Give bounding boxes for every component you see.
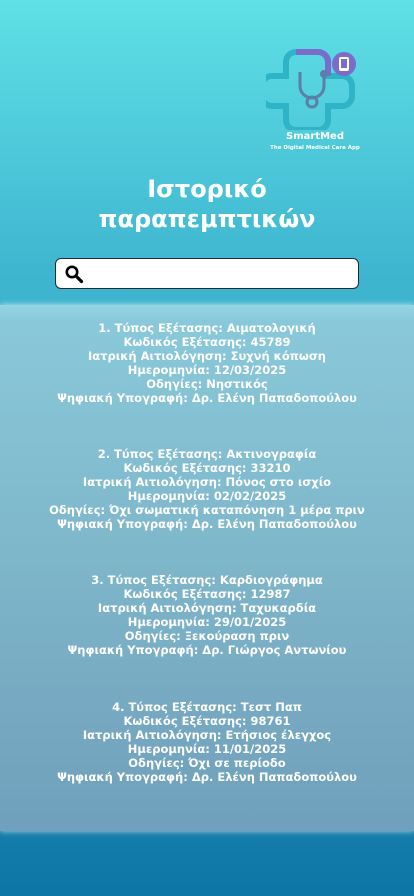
referral-code: Κωδικός Εξέτασης: 33210 [123,461,291,475]
app-name: SmartMed [286,131,344,142]
referral-code: Κωδικός Εξέτασης: 45789 [123,335,291,349]
referral-type: 4. Τύπος Εξέτασης: Τεστ Παπ [112,700,302,714]
page-title-line-2: παραπεμπτικών [98,205,316,233]
search-bar[interactable] [55,258,359,289]
referral-history-panel: 1. Τύπος Εξέτασης: Αιματολογική Κωδικός … [0,305,414,831]
page-title-line-1: Ιστορικό [147,175,267,203]
search-icon[interactable] [64,264,84,284]
referral-item: 2. Τύπος Εξέτασης: Ακτινογραφία Κωδικός … [0,447,414,531]
referral-signature: Ψηφιακή Υπογραφή: Δρ. Ελένη Παπαδοπούλου [57,770,357,784]
medical-cross-logo-icon [266,49,356,130]
referral-item: 4. Τύπος Εξέτασης: Τεστ Παπ Κωδικός Εξέτ… [0,700,414,784]
referral-type: 3. Τύπος Εξέτασης: Καρδιογράφημα [91,573,323,587]
referral-instructions: Οδηγίες: Ξεκούραση πριν [124,629,290,643]
referral-reason: Ιατρική Αιτιολόγηση: Ετήσιος έλεγχος [82,728,332,742]
referral-date: Ημερομηνία: 02/02/2025 [127,489,287,503]
referral-date: Ημερομηνία: 11/01/2025 [127,742,287,756]
referral-reason: Ιατρική Αιτιολόγηση: Πόνος στο ισχίο [82,475,332,489]
referral-date: Ημερομηνία: 29/01/2025 [127,615,287,629]
referral-signature: Ψηφιακή Υπογραφή: Δρ. Ελένη Παπαδοπούλου [57,517,357,531]
search-input[interactable] [90,263,352,285]
referral-instructions: Οδηγίες: Όχι σωματική καταπόνηση 1 μέρα … [49,503,365,517]
referral-date: Ημερομηνία: 12/03/2025 [127,363,287,377]
referral-type: 2. Τύπος Εξέτασης: Ακτινογραφία [97,447,317,461]
referral-reason: Ιατρική Αιτιολόγηση: Ταχυκαρδία [97,601,317,615]
referral-code: Κωδικός Εξέτασης: 98761 [123,714,291,728]
referral-type: 1. Τύπος Εξέτασης: Αιματολογική [98,321,316,335]
page-title: Ιστορικό παραπεμπτικών [0,174,414,234]
referral-reason: Ιατρική Αιτιολόγηση: Συχνή κόπωση [87,349,326,363]
referral-item: 3. Τύπος Εξέτασης: Καρδιογράφημα Κωδικός… [0,573,414,657]
referral-code: Κωδικός Εξέτασης: 12987 [123,587,291,601]
app-tagline: The Digital Medical Care App [270,145,360,151]
app-logo: SmartMed The Digital Medical Care App [262,44,360,154]
referral-instructions: Οδηγίες: Νηστικός [146,377,268,391]
referral-signature: Ψηφιακή Υπογραφή: Δρ. Γιώργος Αντωνίου [67,643,347,657]
referral-item: 1. Τύπος Εξέτασης: Αιματολογική Κωδικός … [0,321,414,405]
referral-signature: Ψηφιακή Υπογραφή: Δρ. Ελένη Παπαδοπούλου [57,391,357,405]
referral-instructions: Οδηγίες: Όχι σε περίοδο [128,756,286,770]
